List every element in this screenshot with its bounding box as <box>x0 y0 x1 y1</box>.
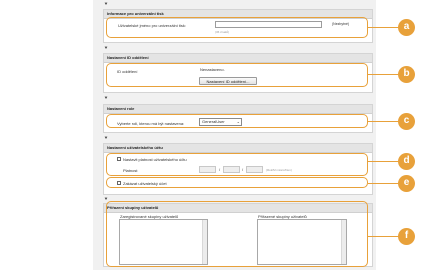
callout-leader-e <box>368 183 399 184</box>
callout-frame-f <box>106 201 368 267</box>
callout-frame-a <box>106 17 368 38</box>
collapse-icon[interactable]: ⯆ <box>104 2 108 8</box>
callout-leader-c <box>368 121 399 122</box>
callout-badge-a: a <box>398 19 415 36</box>
callout-badge-d: d <box>398 153 415 170</box>
callout-frame-c <box>106 114 368 128</box>
callout-frame-d <box>106 153 368 176</box>
callout-badge-c: c <box>398 113 415 130</box>
callout-leader-b <box>368 74 399 75</box>
panel-title: Nastavení ID oddělení <box>104 54 372 63</box>
callout-badge-f: f <box>398 228 415 245</box>
callout-leader-d <box>368 161 399 162</box>
callout-leader-f <box>368 236 399 237</box>
callout-leader-a <box>368 27 399 28</box>
collapse-icon[interactable]: ⯆ <box>104 136 108 142</box>
callout-badge-e: e <box>398 175 415 192</box>
callout-frame-e <box>106 177 368 188</box>
callout-badge-b: b <box>398 66 415 83</box>
callout-frame-b <box>106 63 368 87</box>
panel-title: Nastavení uživatelského účtu <box>104 144 372 153</box>
collapse-icon[interactable]: ⯆ <box>104 46 108 52</box>
panel-title: Nastavení role <box>104 105 372 114</box>
collapse-icon[interactable]: ⯆ <box>104 96 108 102</box>
